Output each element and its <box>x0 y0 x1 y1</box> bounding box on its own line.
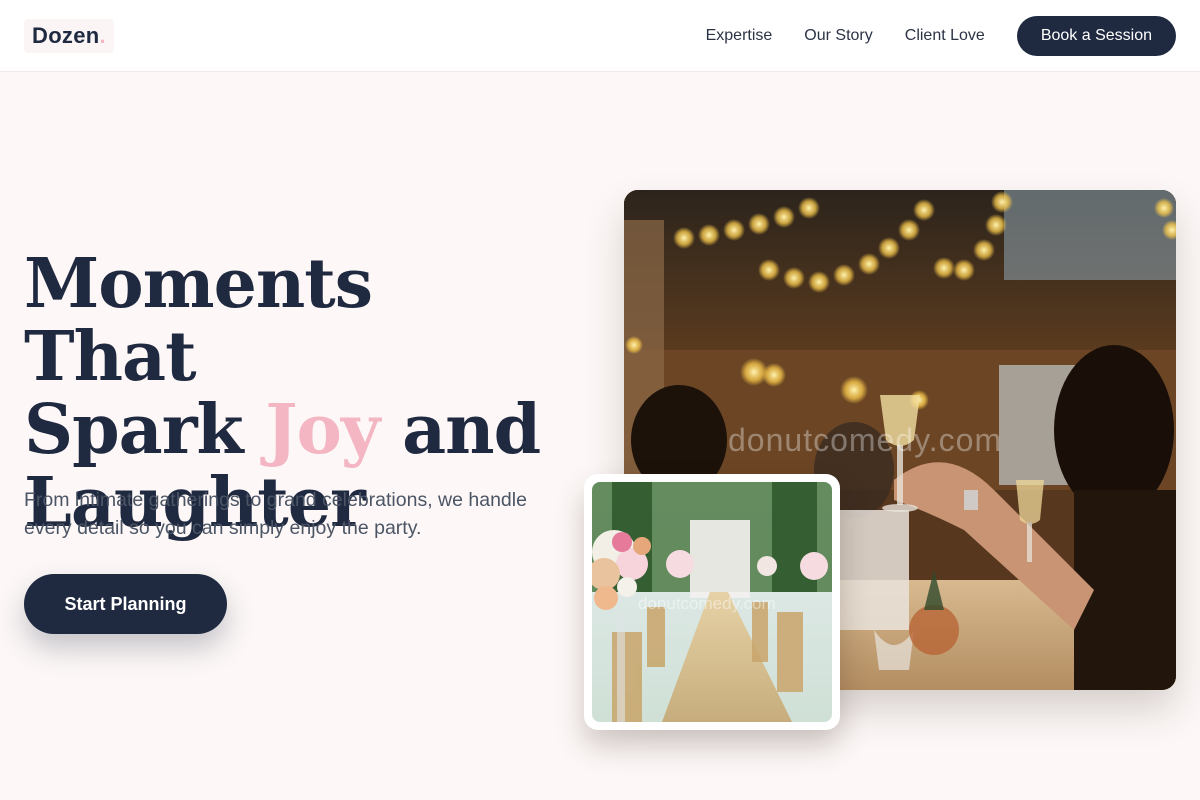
hero-title-line-1: Moments That <box>24 244 373 397</box>
aisle-photo-card: donutcomedy.com <box>584 474 840 730</box>
wedding-aisle-photo: donutcomedy.com <box>592 482 832 722</box>
brand-logo-dot: . <box>99 22 106 48</box>
nav-link-expertise[interactable]: Expertise <box>706 27 773 45</box>
hero-title-line-2-start: Spark <box>24 390 266 470</box>
primary-nav: Expertise Our Story Client Love Book a S… <box>706 15 1176 56</box>
hero-title-line-2-end: and <box>379 390 541 470</box>
brand-logo-text: Dozen <box>32 22 100 48</box>
book-session-button[interactable]: Book a Session <box>1016 15 1176 56</box>
start-planning-button[interactable]: Start Planning <box>24 574 227 634</box>
nav-link-our-story[interactable]: Our Story <box>804 27 872 45</box>
brand-logo[interactable]: Dozen. <box>24 18 114 53</box>
hero-subtitle: From intimate gatherings to grand celebr… <box>24 489 527 539</box>
hero-title-accent: Joy <box>265 390 380 470</box>
card-photo-watermark: donutcomedy.com <box>638 594 776 613</box>
site-header: Dozen. Expertise Our Story Client Love B… <box>0 0 1200 72</box>
nav-link-client-love[interactable]: Client Love <box>905 27 985 45</box>
main-photo-watermark: donutcomedy.com <box>728 422 1003 458</box>
